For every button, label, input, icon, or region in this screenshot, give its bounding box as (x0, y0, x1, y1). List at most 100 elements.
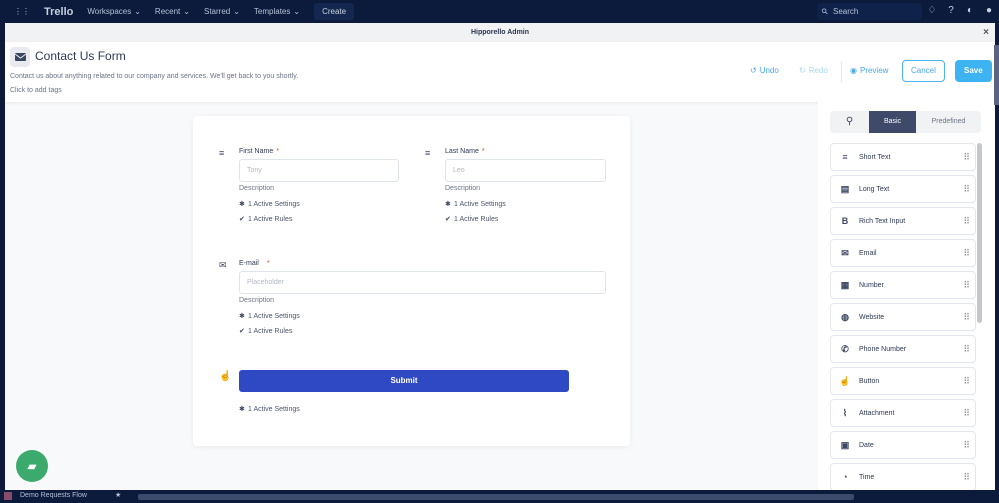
short-text-icon: ≡ (219, 148, 225, 158)
admin-modal: Hipporello Admin × Contact Us Form Contac… (5, 23, 995, 490)
field-type-rich-text-input[interactable]: B Rich Text Input ⠿ (830, 207, 976, 235)
horizontal-scrollbar[interactable] (138, 494, 854, 500)
drag-handle-icon[interactable]: ⠿ (963, 280, 969, 291)
drag-handle-icon[interactable]: ⠿ (963, 408, 969, 419)
field-type-icon: B (841, 216, 849, 226)
required-mark: * (276, 148, 279, 155)
drag-handle-icon[interactable]: ⠿ (963, 184, 969, 195)
drag-handle-icon[interactable]: ⠿ (963, 248, 969, 259)
drag-handle-icon[interactable]: ⠿ (963, 376, 969, 387)
eye-icon: ◉ (850, 66, 857, 75)
field-type-long-text[interactable]: ▤ Long Text ⠿ (830, 175, 976, 203)
notifications-icon[interactable]: ♢ (926, 5, 938, 17)
field-type-label: Button (859, 377, 880, 385)
tab-basic[interactable]: Basic (869, 111, 916, 133)
chat-button[interactable]: ▰ (16, 450, 48, 482)
active-settings[interactable]: ✱ 1 Active Settings (445, 200, 606, 208)
avatar[interactable]: ● (983, 5, 995, 17)
drag-handle-icon[interactable]: ⠿ (963, 152, 969, 163)
field-label: E-mail (239, 260, 259, 267)
cancel-button[interactable]: Cancel (902, 60, 945, 82)
field-type-list: ≡ Short Text ⠿ ▤ Long Text ⠿ B Rich Text Input ⠿… (830, 143, 976, 490)
field-description: Description (445, 185, 481, 192)
search-input[interactable]: Search (817, 3, 922, 20)
drag-handle-icon[interactable]: ⠿ (963, 312, 969, 323)
last-name-field[interactable]: ≡ Last Name * Leo Description ✱ 1 Active S… (425, 148, 606, 223)
nav-recent[interactable]: Recent ⌄ (155, 7, 190, 16)
field-type-email[interactable]: ✉ Email ⠿ (830, 239, 976, 267)
first-name-field[interactable]: ≡ First Name * Tony Description ✱ 1 Active… (219, 148, 399, 223)
field-type-icon: ▣ (840, 439, 850, 450)
undo-icon: ↺ (750, 66, 757, 75)
board-color-icon (4, 492, 12, 500)
active-settings[interactable]: ✱ 1 Active Settings (239, 312, 606, 320)
redo-icon: ↻ (799, 66, 806, 75)
active-settings[interactable]: ✱ 1 Active Settings (239, 405, 300, 413)
trello-logo[interactable]: Trello (44, 6, 73, 18)
drag-handle-icon[interactable]: ⠿ (963, 344, 969, 355)
active-rules[interactable]: ✔ 1 Active Rules (445, 215, 606, 223)
field-type-icon: ⌇ (842, 407, 848, 418)
field-type-label: Short Text (859, 153, 891, 161)
search-icon[interactable]: ⚲ (830, 111, 869, 133)
email-input[interactable]: Placeholder (239, 271, 606, 294)
field-type-label: Number (859, 281, 884, 289)
scrollbar[interactable] (977, 143, 982, 323)
field-type-time[interactable]: ◔ Time ⠿ (830, 463, 976, 490)
active-rules[interactable]: ✔ 1 Active Rules (239, 327, 606, 335)
field-type-number[interactable]: ▦ Number ⠿ (830, 271, 976, 299)
email-field[interactable]: ✉ E-mail * Placeholder Description ✱ 1 Act… (219, 260, 606, 335)
form-canvas: ≡ First Name * Tony Description ✱ 1 Active… (193, 116, 630, 446)
gear-icon: ✱ (239, 406, 245, 413)
nav-templates[interactable]: Templates ⌄ (254, 7, 300, 16)
field-type-attachment[interactable]: ⌇ Attachment ⠿ (830, 399, 976, 427)
board-name[interactable]: Demo Requests Flow (20, 492, 87, 499)
pointer-hand-icon: ☝ (219, 371, 232, 382)
field-type-website[interactable]: ◍ Website ⠿ (830, 303, 976, 331)
last-name-input[interactable]: Leo (445, 159, 606, 182)
form-description[interactable]: Contact us about anything related to our… (10, 73, 298, 80)
chat-icon: ▰ (27, 459, 37, 473)
field-type-icon: ☝ (839, 375, 851, 386)
apps-grid-icon[interactable]: ⋮⋮ (14, 7, 30, 16)
drag-handle-icon[interactable]: ⠿ (963, 216, 969, 227)
active-settings[interactable]: ✱ 1 Active Settings (239, 200, 399, 208)
first-name-input[interactable]: Tony (239, 159, 399, 182)
field-label: Last Name (445, 148, 479, 155)
preview-button[interactable]: ◉ Preview (850, 60, 888, 82)
envelope-icon: ✉ (219, 260, 227, 270)
field-palette: ⚲ Basic Predefined ≡ Short Text ⠿ ▤ Long Tex… (818, 102, 995, 490)
palette-tabs: ⚲ Basic Predefined (830, 111, 981, 133)
drag-handle-icon[interactable]: ⠿ (963, 440, 969, 451)
add-tags[interactable]: Click to add tags (10, 87, 62, 94)
nav-starred[interactable]: Starred ⌄ (204, 7, 240, 16)
drag-handle-icon[interactable]: ⠿ (963, 472, 969, 483)
envelope-icon (10, 47, 30, 67)
field-type-icon: ≡ (842, 152, 848, 162)
tab-predefined[interactable]: Predefined (916, 111, 981, 133)
nav-workspaces[interactable]: Workspaces ⌄ (87, 7, 141, 16)
active-rules[interactable]: ✔ 1 Active Rules (239, 215, 399, 223)
field-type-short-text[interactable]: ≡ Short Text ⠿ (830, 143, 976, 171)
create-button[interactable]: Create (314, 3, 355, 20)
form-title[interactable]: Contact Us Form (35, 49, 126, 63)
gear-icon: ✱ (239, 201, 245, 208)
star-icon[interactable]: ★ (115, 491, 121, 499)
field-type-date[interactable]: ▣ Date ⠿ (830, 431, 976, 459)
field-type-button[interactable]: ☝ Button ⠿ (830, 367, 976, 395)
help-icon[interactable]: ? (945, 5, 957, 17)
field-type-icon: ▤ (840, 183, 850, 194)
theme-icon[interactable]: ◐ (964, 5, 976, 17)
field-type-label: Website (859, 313, 885, 321)
required-mark: * (266, 260, 270, 267)
check-circle-icon: ✔ (239, 328, 245, 335)
close-icon[interactable]: × (983, 23, 989, 42)
submit-button[interactable]: Submit (239, 370, 569, 392)
redo-button[interactable]: ↻ Redo (799, 60, 828, 82)
undo-button[interactable]: ↺ Undo (750, 60, 779, 82)
gear-icon: ✱ (445, 201, 451, 208)
modal-titlebar: Hipporello Admin × (5, 23, 995, 42)
field-type-phone-number[interactable]: ✆ Phone Number ⠿ (830, 335, 976, 363)
page-scrollbar[interactable] (994, 45, 999, 105)
save-button[interactable]: Save (955, 60, 992, 82)
